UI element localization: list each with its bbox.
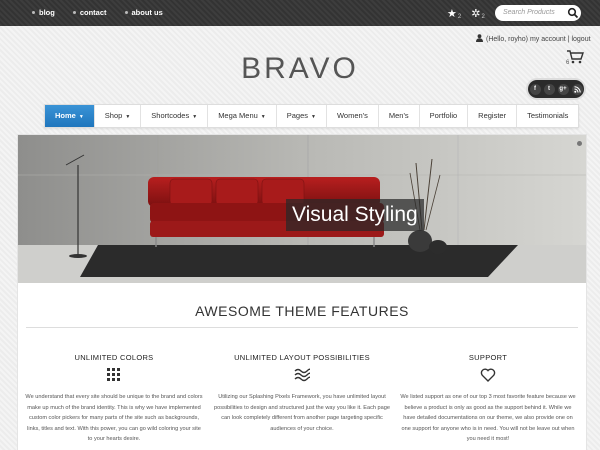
chevron-down-icon: ▼ — [192, 114, 198, 120]
nav-item-pages[interactable]: Pages ▼ — [277, 105, 327, 127]
account-text: (Hello, royho) my account | logout — [486, 36, 591, 43]
wishlist-button[interactable]: ★2 — [447, 7, 461, 20]
main-navigation: Home ▼ Shop ▼ Shortcodes ▼ Mega Menu ▼ Pages… — [44, 104, 580, 128]
nav-label: Register — [478, 111, 507, 120]
feature-unlimited-layout: UNLIMITED LAYOUT POSSIBILITIES Utilizing… — [212, 353, 392, 434]
hero-slider[interactable]: Visual Styling — [18, 135, 586, 283]
main-content: Visual Styling AWESOME THEME FEATURES UN… — [17, 134, 587, 450]
nav-item-mega-menu[interactable]: Mega Menu ▼ — [208, 105, 277, 127]
feature-title: SUPPORT — [468, 353, 508, 362]
slider-dot[interactable] — [577, 141, 582, 146]
chevron-down-icon: ▼ — [125, 114, 131, 120]
features-heading: AWESOME THEME FEATURES — [195, 303, 409, 319]
compare-count: 2 — [481, 14, 485, 20]
grid-icon — [107, 368, 120, 381]
heart-icon — [480, 368, 496, 382]
nav-item-portfolio[interactable]: Portfolio — [420, 105, 469, 127]
about-us-link[interactable]: about us — [124, 8, 163, 17]
social-links: f t g+ — [528, 80, 584, 98]
feature-text: We listed support as one of our top 3 mo… — [400, 394, 576, 442]
nav-label: Men's — [388, 111, 409, 120]
nav-item-home[interactable]: Home ▼ — [45, 105, 95, 127]
nav-item-mens[interactable]: Men's — [379, 105, 420, 127]
account-links[interactable]: (Hello, royho) my account | logout — [476, 34, 591, 43]
wishlist-count: 2 — [457, 14, 462, 20]
gear-icon: ✲ — [471, 8, 481, 20]
search-icon[interactable] — [567, 7, 579, 19]
nav-label: Women's — [336, 111, 368, 120]
top-bar: blog contact about us ★2 ✲2 Search Produ… — [0, 0, 600, 26]
user-icon — [476, 34, 483, 42]
search-input[interactable]: Search Products — [495, 5, 581, 21]
contact-link[interactable]: contact — [72, 8, 107, 17]
top-links: blog contact about us — [32, 8, 163, 17]
feature-support: SUPPORT We listed support as one of our … — [398, 353, 578, 445]
compare-button[interactable]: ✲2 — [471, 7, 485, 20]
waves-icon — [294, 368, 311, 382]
site-logo[interactable]: BRAVO — [0, 52, 600, 86]
feature-title: UNLIMITED COLORS — [74, 353, 154, 362]
nav-item-shortcodes[interactable]: Shortcodes ▼ — [141, 105, 209, 127]
top-icons: ★2 ✲2 — [447, 7, 485, 20]
nav-label: Testimonials — [527, 111, 569, 120]
star-icon: ★ — [447, 8, 457, 20]
chevron-down-icon: ▼ — [311, 114, 316, 120]
nav-label: Portfolio — [429, 111, 458, 120]
nav-label: Shortcodes — [151, 111, 190, 120]
nav-label: Pages — [286, 111, 309, 120]
blog-link[interactable]: blog — [32, 8, 55, 17]
nav-item-testimonials[interactable]: Testimonials — [517, 105, 578, 127]
slide-caption: Visual Styling — [286, 199, 424, 231]
nav-label: Home — [55, 111, 76, 120]
facebook-icon[interactable]: f — [529, 83, 541, 95]
feature-text: Utilizing our Splashing Pixels Framework… — [214, 394, 390, 432]
nav-item-womens[interactable]: Women's — [327, 105, 379, 127]
twitter-icon[interactable]: t — [543, 83, 555, 95]
feature-title: UNLIMITED LAYOUT POSSIBILITIES — [234, 353, 370, 362]
google-plus-icon[interactable]: g+ — [557, 83, 569, 95]
chevron-down-icon: ▼ — [260, 114, 266, 120]
search-placeholder: Search Products — [503, 9, 555, 16]
nav-item-register[interactable]: Register — [468, 105, 518, 127]
nav-label: Mega Menu — [218, 111, 258, 120]
divider — [26, 327, 578, 328]
rss-icon[interactable] — [571, 83, 583, 95]
feature-unlimited-colors: UNLIMITED COLORS We understand that ever… — [24, 353, 204, 445]
chevron-down-icon: ▼ — [78, 114, 84, 120]
nav-label: Shop — [104, 111, 123, 120]
nav-item-shop[interactable]: Shop ▼ — [95, 105, 142, 127]
feature-text: We understand that every site should be … — [25, 394, 203, 442]
